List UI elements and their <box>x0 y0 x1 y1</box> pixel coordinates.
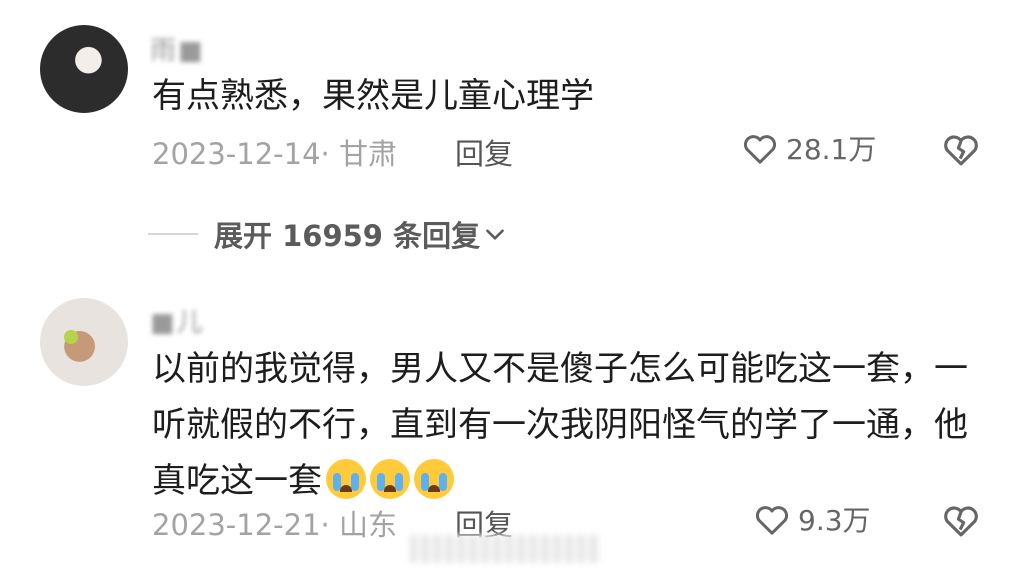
like-count: 28.1万 <box>786 133 877 166</box>
comment-text-body: 以前的我觉得，男人又不是傻子怎么可能吃这一套，一听就假的不行，直到有一次我阴阳怪… <box>152 349 968 501</box>
comment-date-location: 2023-12-14· 甘肃 <box>152 137 397 171</box>
expand-replies-label: 展开 16959 条回复 <box>214 219 481 253</box>
comment-text: 以前的我觉得，男人又不是傻子怎么可能吃这一套，一听就假的不行，直到有一次我阴阳怪… <box>152 341 972 509</box>
heart-outline-icon <box>743 135 777 164</box>
reply-button[interactable]: 回复 <box>455 131 513 173</box>
dislike-button[interactable] <box>940 128 982 170</box>
crying-emoji <box>370 458 410 499</box>
avatar[interactable] <box>40 298 128 386</box>
blurred-watermark <box>410 535 600 563</box>
comment-date-location: 2023-12-21· 山东 <box>152 508 397 542</box>
crying-emoji <box>414 458 454 499</box>
divider <box>148 233 198 235</box>
broken-heart-icon <box>944 135 978 166</box>
broken-heart-icon <box>944 506 978 537</box>
heart-outline-icon <box>755 506 789 535</box>
like-button[interactable]: 28.1万 <box>740 128 876 168</box>
username[interactable]: 雨■ <box>150 30 205 67</box>
crying-emoji <box>326 458 366 499</box>
like-count: 9.3万 <box>798 504 871 537</box>
username[interactable]: ■儿 <box>150 302 205 339</box>
expand-replies-button[interactable]: 展开 16959 条回复 <box>148 213 508 255</box>
chevron-down-icon <box>486 229 504 240</box>
comment-text: 有点熟悉，果然是儿童心理学 <box>152 76 594 116</box>
dislike-button[interactable] <box>940 499 982 541</box>
avatar[interactable] <box>40 25 128 113</box>
like-button[interactable]: 9.3万 <box>752 499 871 539</box>
